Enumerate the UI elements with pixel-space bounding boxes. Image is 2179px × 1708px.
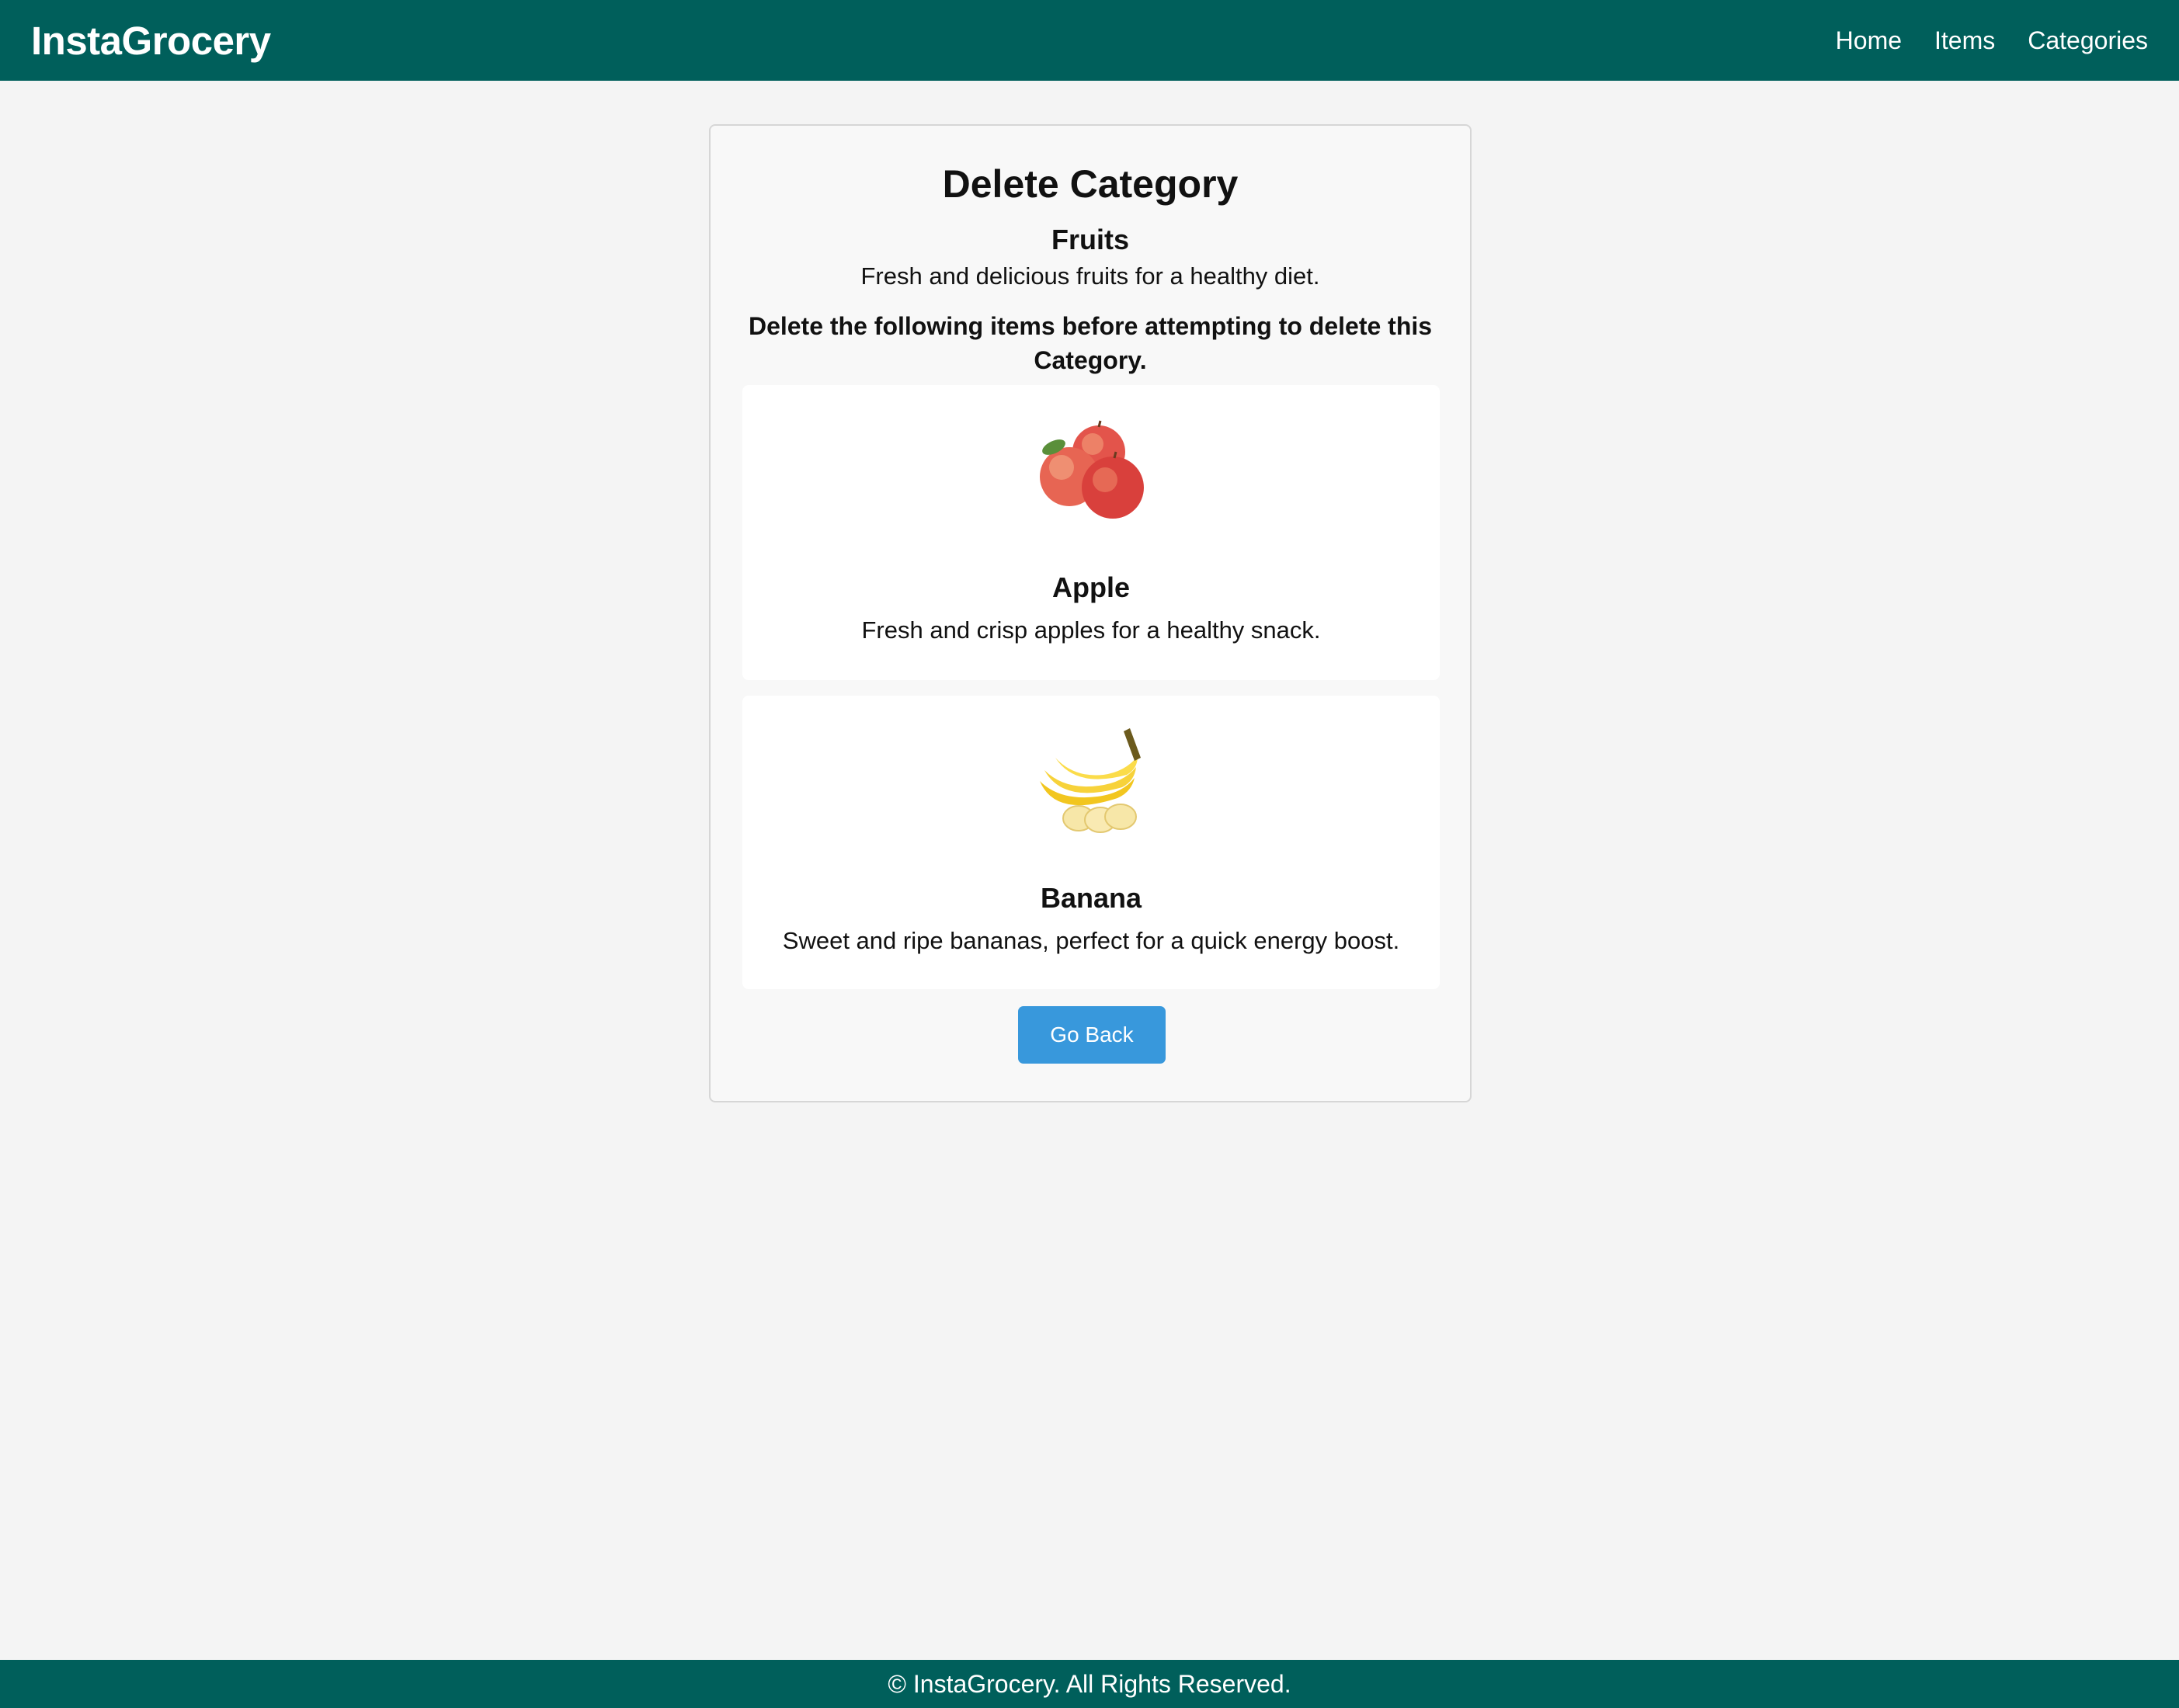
item-name: Apple bbox=[1051, 571, 1130, 603]
page-title: Delete Category bbox=[942, 162, 1239, 206]
item-card-banana: Banana Sweet and ripe bananas, perfect f… bbox=[742, 696, 1440, 989]
brand-logo[interactable]: InstaGrocery bbox=[31, 18, 271, 64]
apples-image bbox=[1040, 420, 1144, 519]
category-name: Fruits bbox=[1051, 224, 1129, 255]
nav-link-items[interactable]: Items bbox=[1934, 26, 1995, 55]
category-description: Fresh and delicious fruits for a healthy… bbox=[860, 262, 1320, 290]
nav-link-categories[interactable]: Categories bbox=[2028, 26, 2148, 55]
bananas-image bbox=[1040, 728, 1141, 833]
main-nav: Home Items Categories bbox=[1836, 26, 2148, 55]
delete-warning: Delete the following items before attemp… bbox=[748, 312, 1433, 374]
item-card-apple: Apple Fresh and crisp apples for a healt… bbox=[742, 385, 1440, 680]
delete-category-card: Delete Category Fruits Fresh and delicio… bbox=[709, 124, 1472, 1102]
go-back-button[interactable]: Go Back bbox=[1018, 1006, 1166, 1064]
item-description: Sweet and ripe bananas, perfect for a qu… bbox=[782, 927, 1400, 954]
item-description: Fresh and crisp apples for a healthy sna… bbox=[861, 616, 1321, 644]
footer-copyright: © InstaGrocery. All Rights Reserved. bbox=[888, 1669, 1291, 1698]
top-navbar: InstaGrocery Home Items Categories bbox=[0, 0, 2179, 81]
footer: © InstaGrocery. All Rights Reserved. bbox=[0, 1660, 2179, 1708]
nav-link-home[interactable]: Home bbox=[1836, 26, 1902, 55]
item-name: Banana bbox=[1040, 882, 1142, 914]
